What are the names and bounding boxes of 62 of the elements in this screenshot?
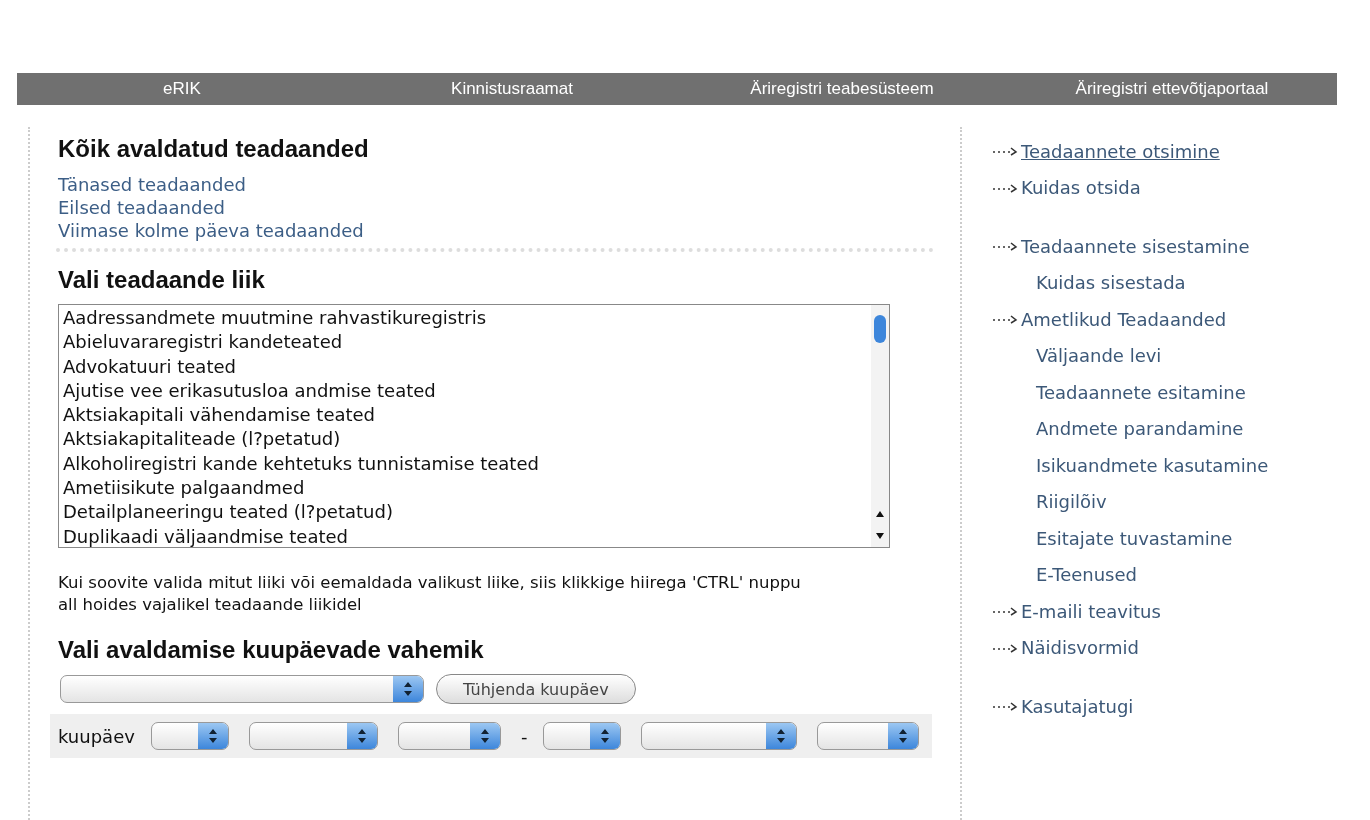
quick-link[interactable]: Viimase kolme päeva teadaanded bbox=[58, 219, 960, 242]
sidebar-link[interactable]: Esitajate tuvastamine bbox=[1036, 527, 1233, 549]
nav-link[interactable]: eRIK bbox=[163, 79, 201, 99]
dropdown[interactable] bbox=[397, 722, 501, 750]
range-dash: - bbox=[520, 725, 528, 747]
updown-arrows-icon bbox=[207, 728, 218, 744]
sidebar-link[interactable]: Kuidas sisestada bbox=[1036, 272, 1186, 294]
updown-arrows-icon bbox=[600, 728, 611, 744]
dotted-arrow-icon bbox=[992, 314, 1018, 325]
nav-link[interactable]: Äriregistri ettevõtjaportaal bbox=[1075, 79, 1269, 99]
sidebar-link[interactable]: Kasutajatugi bbox=[1021, 695, 1134, 717]
sidebar-link[interactable]: Isikuandmete kasutamine bbox=[1036, 454, 1269, 476]
dotted-arrow-icon bbox=[992, 241, 1018, 252]
list-option[interactable]: Aktsiakapitaliteade (l?petatud) bbox=[63, 427, 867, 452]
type-listbox[interactable] bbox=[58, 304, 890, 548]
quick-link[interactable]: Eilsed teadaanded bbox=[58, 196, 960, 219]
sidebar-link[interactable]: Andmete parandamine bbox=[1036, 418, 1244, 440]
dropdown[interactable] bbox=[543, 722, 622, 750]
nav-link[interactable]: Kinnistusraamat bbox=[451, 79, 573, 99]
updown-arrows-icon bbox=[479, 728, 490, 744]
sidebar-link[interactable]: Teadaannete esitamine bbox=[1036, 381, 1246, 403]
dotted-arrow-icon bbox=[992, 182, 1018, 193]
list-option[interactable]: Duplikaadi väljaandmise teated bbox=[63, 524, 867, 549]
list-option[interactable]: Aadressandmete muutmine rahvastikuregistris bbox=[63, 306, 867, 331]
dotted-arrow-icon bbox=[992, 146, 1018, 157]
list-option[interactable]: Abieluvararegistri kandeteated bbox=[63, 330, 867, 355]
dotted-arrow-icon bbox=[992, 642, 1018, 653]
section-heading: Vali teadaande liik bbox=[58, 266, 266, 294]
updown-arrows-icon bbox=[356, 728, 367, 744]
updown-arrows-icon bbox=[898, 728, 909, 744]
list-option[interactable]: Aktsiakapitali vähendamise teated bbox=[63, 403, 867, 428]
sidebar-link[interactable]: Näidisvormid bbox=[1021, 637, 1139, 659]
sidebar-link[interactable]: E-Teenused bbox=[1036, 564, 1137, 586]
sidebar-link[interactable]: Väljaande levi bbox=[1036, 345, 1162, 367]
sidebar-link[interactable]: Teadaannete sisestamine bbox=[1021, 235, 1250, 257]
list-option[interactable]: Ajutise vee erikasutusloa andmise teated bbox=[63, 378, 867, 404]
sidebar-link[interactable]: Teadaannete otsimine bbox=[1021, 140, 1220, 162]
list-option[interactable]: Detailplaneeringu teated (l?petatud) bbox=[63, 500, 867, 525]
dropdown[interactable] bbox=[60, 675, 424, 703]
hint-text: Kui soovite valida mitut liiki või eemaldada valikust liike, siis klikkige hiirega 'CTRL' nuppu all hoides vajalikel teadaande liikidel bbox=[58, 572, 802, 616]
section-heading: Kõik avaldatud teadaanded bbox=[58, 135, 370, 163]
quick-link[interactable]: Tänased teadaanded bbox=[58, 173, 960, 196]
dropdown[interactable] bbox=[150, 722, 229, 750]
dotted-arrow-icon bbox=[992, 701, 1018, 712]
sidebar-link[interactable]: Riigilõiv bbox=[1036, 491, 1107, 513]
updown-arrows-icon bbox=[776, 728, 787, 744]
date-label: kuupäev bbox=[58, 725, 135, 747]
scrollbar-icon bbox=[871, 305, 889, 547]
list-option[interactable]: Ametiisikute palgaandmed bbox=[63, 476, 867, 501]
sidebar-link[interactable]: E-maili teavitus bbox=[1021, 600, 1161, 622]
dropdown[interactable] bbox=[641, 722, 798, 750]
dotted-arrow-icon bbox=[992, 606, 1018, 617]
updown-arrows-icon bbox=[403, 681, 413, 697]
clear-date-button[interactable]: Tühjenda kuupäev bbox=[436, 674, 636, 704]
list-option[interactable]: Alkoholiregistri kande kehtetuks tunnistamise teated bbox=[63, 451, 867, 477]
nav-link[interactable]: Äriregistri teabesüsteem bbox=[750, 79, 934, 99]
section-heading: Vali avaldamise kuupäevade vahemik bbox=[58, 636, 485, 664]
list-option[interactable]: Advokatuuri teated bbox=[63, 354, 867, 379]
dropdown[interactable] bbox=[248, 722, 378, 750]
sidebar-link[interactable]: Ametlikud Teadaanded bbox=[1021, 308, 1227, 330]
sidebar-link[interactable]: Kuidas otsida bbox=[1021, 177, 1141, 199]
dropdown[interactable] bbox=[817, 722, 920, 750]
